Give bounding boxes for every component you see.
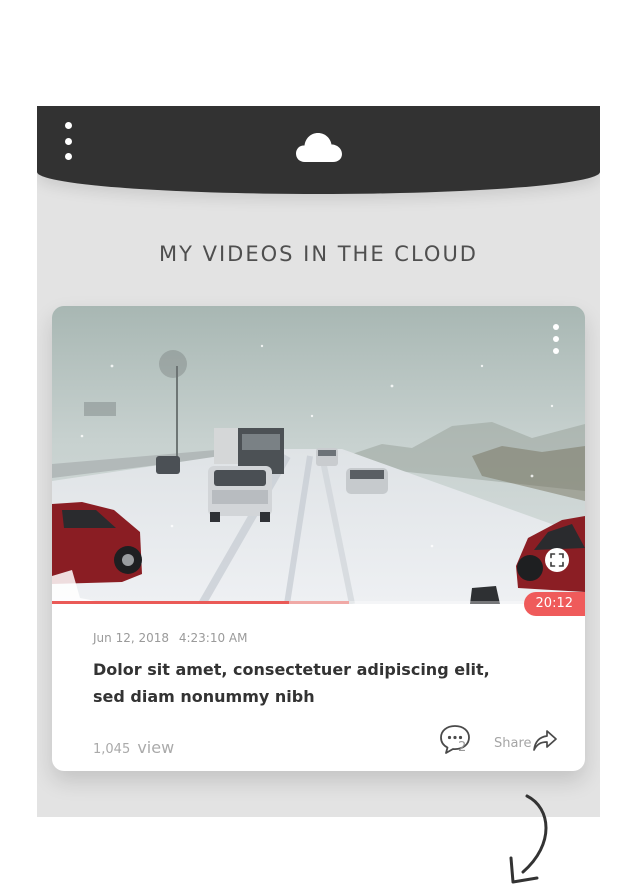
menu-dot xyxy=(553,336,559,342)
menu-dot xyxy=(553,348,559,354)
page-title: MY VIDEOS IN THE CLOUD xyxy=(159,242,478,266)
views-label: view xyxy=(137,738,175,757)
video-card[interactable]: 20:12 Jun 12, 2018 4:23:10 AM Dolor sit … xyxy=(52,306,585,771)
video-description-line1: Dolor sit amet, consectetuer adipiscing … xyxy=(93,660,490,679)
video-description: Dolor sit amet, consectetuer adipiscing … xyxy=(93,656,503,710)
views-number: 1,045 xyxy=(93,742,131,757)
duration-badge: 20:12 xyxy=(523,592,585,616)
fullscreen-icon xyxy=(550,553,564,567)
comment-bubble-icon[interactable] xyxy=(437,722,473,756)
share-label: Share xyxy=(494,736,532,751)
share-arrow-icon xyxy=(532,730,557,751)
video-thumbnail[interactable] xyxy=(52,306,585,604)
video-timestamp: Jun 12, 2018 4:23:10 AM xyxy=(93,631,247,645)
comment-count: 2 xyxy=(458,740,467,755)
video-frame-image xyxy=(52,306,585,604)
video-time: 4:23:10 AM xyxy=(178,631,248,645)
views-count: 1,045 view xyxy=(93,738,174,757)
video-date: Jun 12, 2018 xyxy=(93,631,170,645)
progress-played[interactable] xyxy=(52,601,290,604)
share-button[interactable]: Share xyxy=(494,729,558,753)
fullscreen-button[interactable] xyxy=(545,548,569,572)
app-frame: MY VIDEOS IN THE CLOUD 20:12 Jun 12, 201… xyxy=(37,106,600,817)
menu-dot xyxy=(64,137,72,145)
top-bar xyxy=(37,106,600,194)
menu-dot xyxy=(553,324,559,330)
menu-dot xyxy=(64,122,72,129)
cloud-icon xyxy=(296,133,342,162)
curved-arrow-down-icon xyxy=(509,794,548,884)
video-description-line2: sed diam nonummy nibh xyxy=(93,687,315,706)
video-menu-button[interactable] xyxy=(551,324,561,354)
menu-dot xyxy=(64,153,72,160)
menu-button[interactable] xyxy=(61,122,75,160)
